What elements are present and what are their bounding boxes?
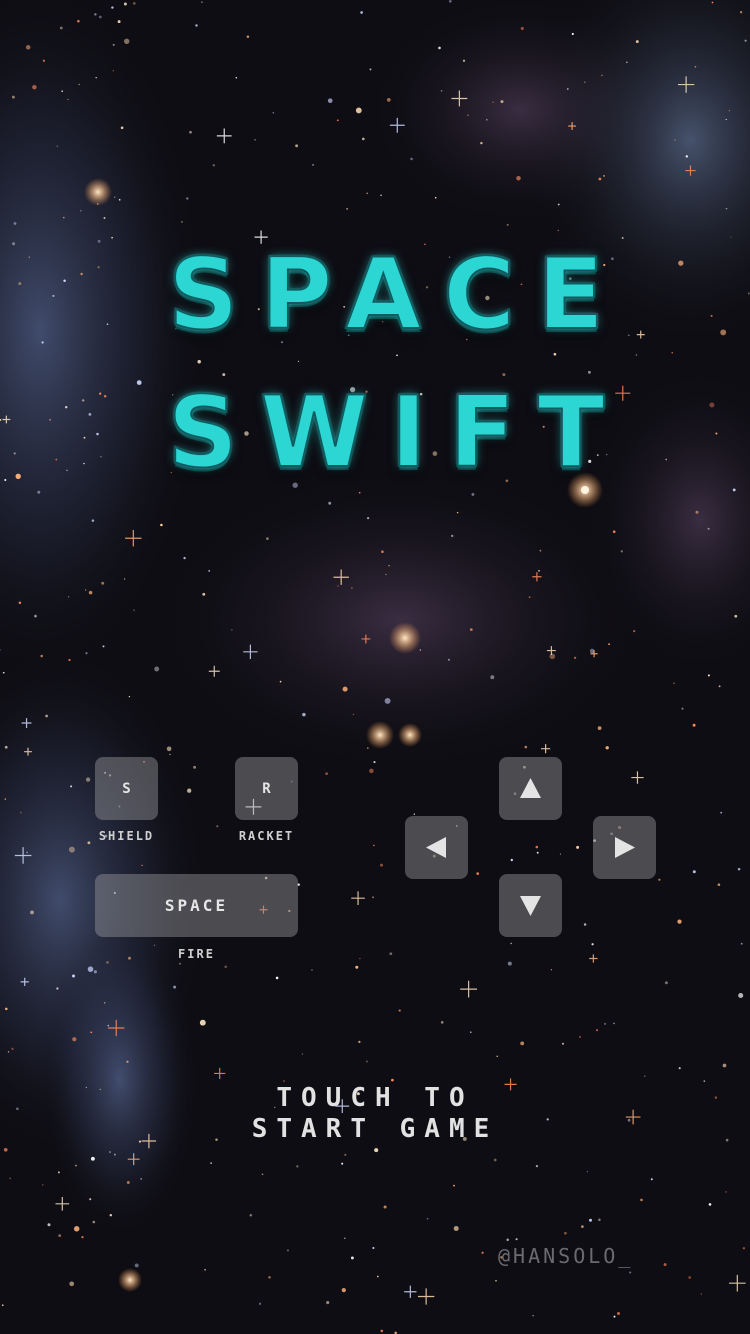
fire-key-letter: SPACE [164,896,229,915]
arrow-up-icon [520,778,541,798]
fire-key-button[interactable]: SPACE [95,874,298,937]
shield-label: SHIELD [98,829,155,843]
arrow-right-icon [615,837,635,858]
shield-key-letter: S [122,780,131,797]
racket-key-button[interactable]: R [235,757,298,820]
start-prompt-line1: TOUCH TO [276,1083,474,1113]
arrow-up-button[interactable] [499,757,562,820]
game-title-line1: SPACE [167,237,627,353]
arrow-down-icon [520,896,541,916]
shield-key-button[interactable]: S [95,757,158,820]
racket-key-letter: R [262,780,271,797]
arrow-down-button[interactable] [499,874,562,937]
author-credit: @HANSOLO_ [498,1244,634,1268]
racket-label: RACKET [238,829,295,843]
arrow-left-button[interactable] [405,816,468,879]
arrow-left-icon [426,837,446,858]
game-title-line2: SWIFT [167,375,627,491]
start-prompt-line2: START GAME [251,1114,499,1144]
arrow-right-button[interactable] [593,816,656,879]
start-game-prompt[interactable]: TOUCH TO START GAME [0,1083,750,1145]
fire-label: FIRE [178,947,215,961]
